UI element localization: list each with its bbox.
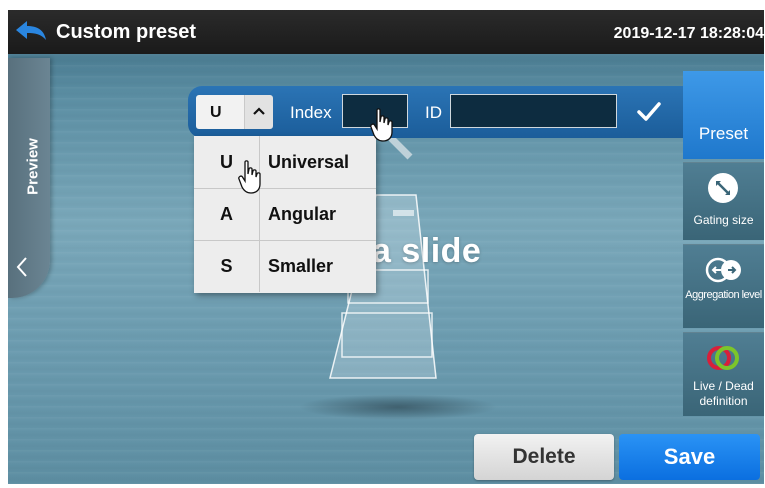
selected-code: U [210, 104, 222, 121]
dropdown-option-smaller[interactable]: S Smaller [194, 240, 376, 292]
back-arrow-icon[interactable] [14, 20, 48, 44]
dropdown-option-angular[interactable]: A Angular [194, 188, 376, 241]
chevron-left-icon[interactable] [14, 256, 30, 278]
live-dead-definition-button[interactable]: Live / Dead definition [683, 332, 764, 416]
aggregation-icon [705, 257, 741, 283]
slide-placeholder-text: a slide [372, 232, 482, 270]
dropdown-option-universal[interactable]: U Universal [194, 136, 376, 189]
datetime-display: 2019-12-17 18:28:04 [613, 25, 764, 42]
preset-button-label: Preset [698, 124, 749, 143]
save-button[interactable]: Save [619, 434, 760, 480]
code-dropdown-list: U Universal A Angular S Smaller [194, 136, 376, 293]
checkmark-icon[interactable] [636, 100, 662, 124]
preset-button[interactable]: Preset [683, 71, 764, 159]
option-label: Angular [268, 204, 337, 224]
resize-arrows-icon [708, 173, 738, 203]
page-title: Custom preset [56, 21, 197, 43]
preset-filter-bar: U Index ID [188, 86, 703, 138]
preview-panel-tab[interactable]: Preview [8, 58, 50, 298]
gating-size-label: Gating size [693, 213, 754, 227]
title-bar: Custom preset 2019-12-17 18:28:04 [8, 10, 764, 54]
gating-size-button[interactable]: Gating size [683, 162, 764, 240]
option-code: U [194, 136, 260, 188]
app-window: a slide Custom preset 2019-12-17 18:28:0… [8, 10, 764, 484]
option-label: Universal [268, 152, 350, 172]
delete-button[interactable]: Delete [474, 434, 614, 480]
option-label: Smaller [268, 256, 334, 276]
aggregation-level-label: Aggregation level [685, 289, 762, 301]
option-code: S [194, 240, 260, 292]
preview-label: Preview [24, 138, 42, 195]
select-toggle-button[interactable] [244, 95, 273, 129]
option-code: A [194, 188, 260, 240]
live-dead-definition-label: Live / Dead definition [693, 379, 754, 408]
index-label: Index [290, 103, 332, 122]
id-label: ID [425, 103, 442, 122]
overlapping-rings-icon [707, 346, 739, 370]
code-select[interactable]: U [196, 95, 273, 129]
aggregation-level-button[interactable]: Aggregation level [683, 244, 764, 328]
chevron-up-icon [253, 107, 265, 115]
id-input[interactable] [450, 94, 617, 128]
index-input[interactable] [342, 94, 408, 128]
